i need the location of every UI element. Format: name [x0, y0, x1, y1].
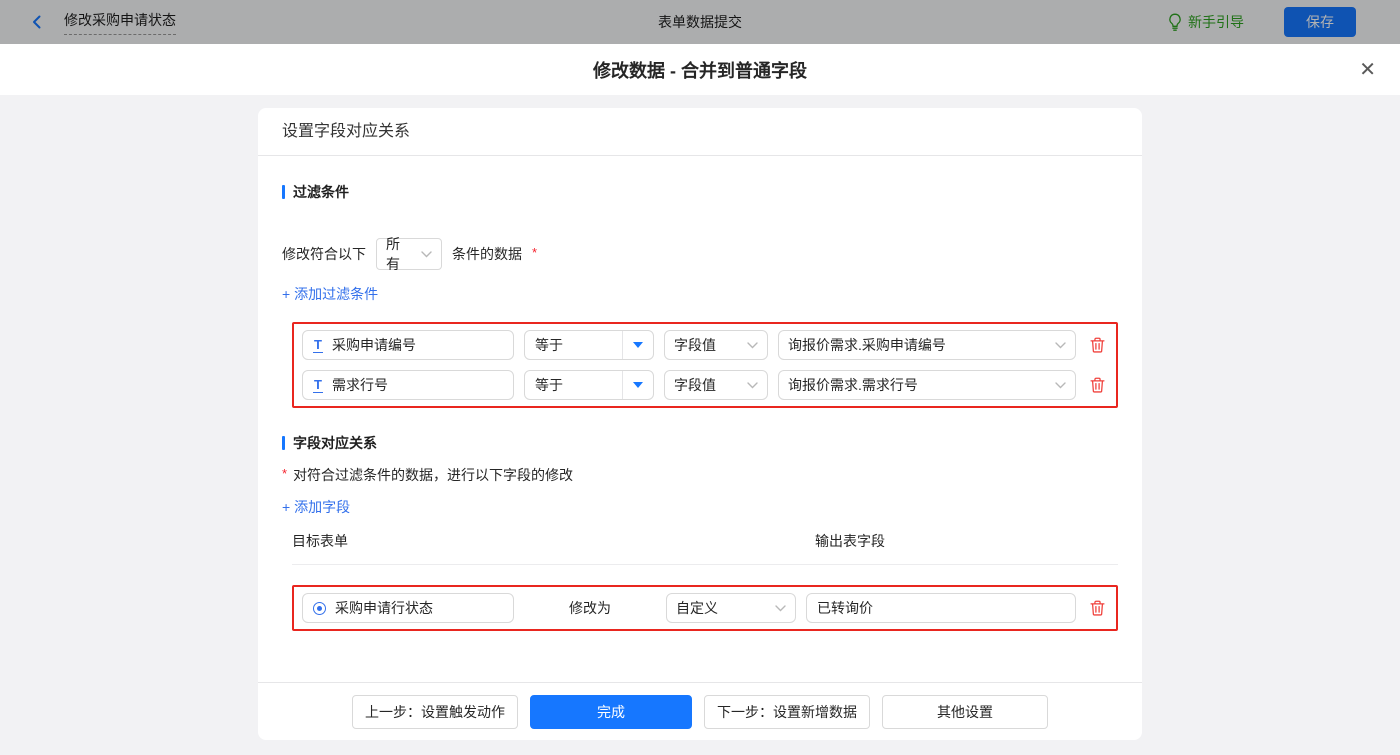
required-asterisk: * — [282, 465, 288, 481]
node-title: 表单数据提交 — [658, 14, 742, 30]
trash-icon — [1089, 600, 1105, 616]
app-topbar: 修改采购申请状态 表单数据提交 新手引导 保存 — [0, 0, 1400, 44]
chevron-down-icon — [421, 250, 432, 257]
card-footer: 上一步：设置触发动作 完成 下一步：设置新增数据 其他设置 — [258, 682, 1142, 740]
filter-row: T 需求行号 等于 字段值 询报价需求.需求行号 — [302, 370, 1108, 400]
dropdown-arrow-icon[interactable] — [622, 371, 653, 399]
custom-value-input[interactable] — [806, 593, 1076, 623]
close-icon[interactable]: ✕ — [1359, 60, 1376, 80]
chevron-down-icon — [747, 381, 758, 388]
save-button[interactable]: 保存 — [1284, 7, 1356, 37]
settings-card: 设置字段对应关系 过滤条件 修改符合以下 所有 条件的数据 * + 添加过滤条件 — [258, 108, 1142, 740]
target-form-column-header: 目标表单 — [292, 533, 348, 549]
next-step-button[interactable]: 下一步：设置新增数据 — [704, 694, 870, 729]
text-field-icon: T — [313, 336, 323, 353]
add-filter-link[interactable]: + 添加过滤条件 — [282, 284, 378, 304]
delete-mapping-button[interactable] — [1086, 597, 1108, 619]
filter-row: T 采购申请编号 等于 字段值 询报价需求.采购申请编号 — [302, 330, 1108, 360]
mapping-row-highlight-group: 采购申请行状态 修改为 自定义 — [292, 585, 1118, 631]
trash-icon — [1089, 337, 1105, 353]
modal-titlebar: 修改数据 - 合并到普通字段 ✕ — [0, 44, 1400, 95]
add-field-link[interactable]: + 添加字段 — [282, 497, 350, 517]
match-condition-line: 修改符合以下 所有 条件的数据 * — [282, 236, 1118, 272]
chevron-down-icon — [747, 341, 758, 348]
match-prefix: 修改符合以下 — [282, 246, 366, 262]
output-field-column-header: 输出表字段 — [815, 533, 885, 549]
guide-label: 新手引导 — [1188, 14, 1244, 30]
done-button[interactable]: 完成 — [530, 694, 692, 729]
chevron-down-icon — [1055, 341, 1066, 348]
target-field-select[interactable]: 采购申请行状态 — [302, 593, 514, 623]
dropdown-arrow-icon[interactable] — [622, 331, 653, 359]
mapping-row: 采购申请行状态 修改为 自定义 — [302, 593, 1108, 623]
modal-title: 修改数据 - 合并到普通字段 — [593, 60, 807, 81]
match-mode-select[interactable]: 所有 — [376, 236, 442, 272]
trash-icon — [1089, 377, 1105, 393]
beginner-guide-link[interactable]: 新手引导 — [1168, 12, 1244, 32]
radio-field-icon — [313, 601, 326, 615]
back-icon[interactable] — [28, 13, 46, 31]
prev-step-button[interactable]: 上一步：设置触发动作 — [352, 694, 518, 729]
lightbulb-icon — [1169, 13, 1181, 31]
mapping-column-headers: 目标表单 输出表字段 — [292, 531, 1118, 565]
chevron-down-icon — [1055, 381, 1066, 388]
filter-rows-highlight-group: T 采购申请编号 等于 字段值 询报价需求.采购申请编号 T 需求行号 等于 字… — [292, 322, 1118, 408]
section-accent-bar — [282, 436, 285, 450]
operator-select[interactable]: 等于 — [524, 330, 654, 360]
modify-as-label: 修改为 — [569, 600, 611, 616]
card-header: 设置字段对应关系 — [258, 108, 1142, 156]
value-mode-select[interactable]: 自定义 — [666, 593, 796, 623]
operator-select[interactable]: 等于 — [524, 370, 654, 400]
value-type-select[interactable]: 字段值 — [664, 370, 768, 400]
match-suffix: 条件的数据 — [452, 246, 522, 262]
compare-value-select[interactable]: 询报价需求.需求行号 — [778, 370, 1076, 400]
delete-filter-button[interactable] — [1086, 334, 1108, 356]
mapping-section-title: 字段对应关系 — [282, 433, 1118, 453]
mapping-hint: * 对符合过滤条件的数据，进行以下字段的修改 — [282, 465, 574, 484]
filter-field-select[interactable]: T 采购申请编号 — [302, 330, 514, 360]
card-content: 过滤条件 修改符合以下 所有 条件的数据 * + 添加过滤条件 T 采购申请编号 — [258, 156, 1142, 682]
filter-section-title: 过滤条件 — [282, 182, 1118, 202]
value-type-select[interactable]: 字段值 — [664, 330, 768, 360]
filter-field-select[interactable]: T 需求行号 — [302, 370, 514, 400]
chevron-down-icon — [775, 604, 786, 611]
text-field-icon: T — [313, 376, 323, 393]
modal-body: 设置字段对应关系 过滤条件 修改符合以下 所有 条件的数据 * + 添加过滤条件 — [0, 95, 1400, 755]
section-accent-bar — [282, 185, 285, 199]
other-settings-button[interactable]: 其他设置 — [882, 694, 1048, 729]
compare-value-select[interactable]: 询报价需求.采购申请编号 — [778, 330, 1076, 360]
delete-filter-button[interactable] — [1086, 374, 1108, 396]
workflow-title[interactable]: 修改采购申请状态 — [64, 10, 176, 35]
required-asterisk: * — [532, 244, 538, 260]
